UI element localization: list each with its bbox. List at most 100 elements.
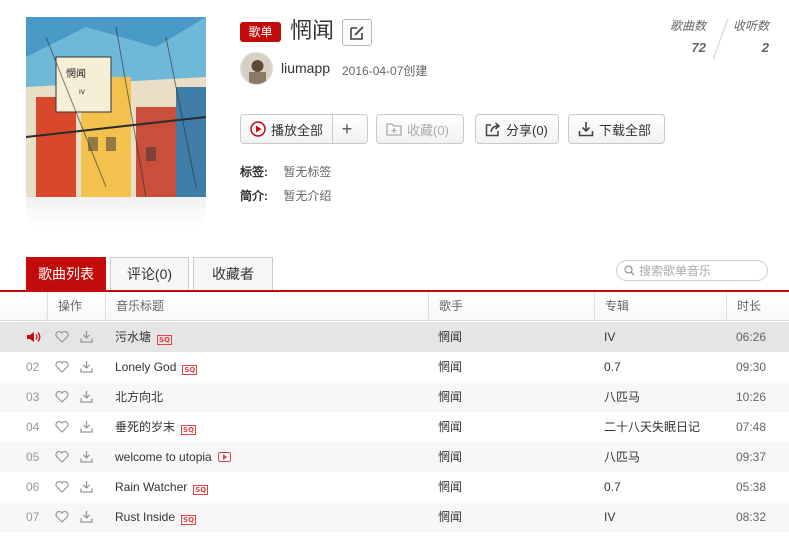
song-title[interactable]: 污水塘 xyxy=(115,330,151,344)
search-icon xyxy=(624,265,635,276)
table-row[interactable]: 污水塘 SQ 惘闻 IV 06:26 xyxy=(0,322,789,352)
song-title-cell: Rain Watcher SQ xyxy=(115,472,209,502)
col-title: 音乐标题 xyxy=(105,292,428,321)
play-circle-icon xyxy=(250,121,266,137)
edit-icon xyxy=(350,25,364,40)
author-name[interactable]: liumapp xyxy=(281,60,330,76)
song-duration: 05:38 xyxy=(736,480,767,494)
download-all-label: 下载全部 xyxy=(599,122,652,138)
tab-subscribers[interactable]: 收藏者 xyxy=(193,257,273,290)
table-row[interactable]: 06 Rain Watcher SQ 惘闻 0.7 05:38 xyxy=(0,472,789,502)
song-title[interactable]: 北方向北 xyxy=(115,390,163,404)
download-icon[interactable] xyxy=(80,510,93,523)
songs-count: 72 xyxy=(691,40,706,55)
song-album[interactable]: 0.7 xyxy=(604,472,621,502)
share-button[interactable]: 分享(0) xyxy=(475,114,559,144)
mv-icon[interactable] xyxy=(217,452,231,462)
cover-title: 惘闻 xyxy=(66,67,86,80)
plays-count-label: 收听数 xyxy=(732,19,769,33)
like-heart-icon[interactable] xyxy=(55,510,69,523)
song-title[interactable]: Rain Watcher xyxy=(115,480,187,494)
search-box[interactable] xyxy=(616,260,768,281)
play-all-button[interactable] xyxy=(250,121,266,137)
song-title[interactable]: Rust Inside xyxy=(115,510,175,524)
track-index: 06 xyxy=(26,480,40,494)
song-album[interactable]: IV xyxy=(604,322,615,352)
like-heart-icon[interactable] xyxy=(55,330,69,343)
song-album[interactable]: 八匹马 xyxy=(604,442,640,472)
intro-row: 简介: 暂无介绍 xyxy=(240,187,331,204)
song-album[interactable]: 八匹马 xyxy=(604,382,640,412)
song-title-cell: 垂死的岁末 SQ xyxy=(115,412,197,442)
intro-label: 简介: xyxy=(240,189,268,203)
track-index: 07 xyxy=(26,510,40,524)
download-all-button[interactable]: 下载全部 xyxy=(568,114,665,144)
tab-song-list[interactable]: 歌曲列表 xyxy=(26,257,106,290)
sq-badge-icon: SQ xyxy=(157,335,173,345)
cover-reflection xyxy=(26,197,206,227)
song-artist[interactable]: 惘闻 xyxy=(438,502,462,532)
table-row[interactable]: 05 welcome to utopia 惘闻 八匹马 09:37 xyxy=(0,442,789,472)
song-title-cell: 北方向北 xyxy=(115,382,163,412)
song-artist[interactable]: 惘闻 xyxy=(438,352,462,382)
play-all-label[interactable]: 播放全部 xyxy=(271,120,323,139)
download-icon[interactable] xyxy=(80,390,93,403)
song-title-cell: welcome to utopia xyxy=(115,442,231,472)
download-icon xyxy=(578,121,594,137)
like-heart-icon[interactable] xyxy=(55,450,69,463)
table-row[interactable]: 07 Rust Inside SQ 惘闻 IV 08:32 xyxy=(0,502,789,532)
avatar[interactable] xyxy=(240,52,273,85)
song-duration: 09:30 xyxy=(736,360,767,374)
tab-comments[interactable]: 评论(0) xyxy=(110,257,189,290)
song-album[interactable]: 0.7 xyxy=(604,352,621,382)
download-icon[interactable] xyxy=(80,480,93,493)
table-row[interactable]: 04 垂死的岁末 SQ 惘闻 二十八天失眠日记 07:48 xyxy=(0,412,789,442)
song-artist[interactable]: 惘闻 xyxy=(438,412,462,442)
song-artist[interactable]: 惘闻 xyxy=(438,472,462,502)
playlist-title: 惘闻 xyxy=(290,18,335,43)
folder-add-icon xyxy=(386,122,402,136)
like-heart-icon[interactable] xyxy=(55,480,69,493)
track-index: 04 xyxy=(26,420,40,434)
tags-value: 暂无标签 xyxy=(283,165,332,179)
playlist-cover: 惘闻 IV xyxy=(26,17,206,197)
search-input[interactable] xyxy=(639,263,759,278)
tab-bar: 歌曲列表 评论(0) 收藏者 xyxy=(26,257,277,290)
download-icon[interactable] xyxy=(80,330,93,343)
share-label: 分享(0) xyxy=(506,122,548,138)
add-to-queue-button[interactable]: + xyxy=(333,119,361,140)
song-artist[interactable]: 惘闻 xyxy=(438,322,462,352)
download-icon[interactable] xyxy=(80,450,93,463)
song-title[interactable]: welcome to utopia xyxy=(115,450,212,464)
download-icon[interactable] xyxy=(80,360,93,373)
favorite-button[interactable]: 收藏(0) xyxy=(376,114,464,144)
song-album[interactable]: IV xyxy=(604,502,615,532)
like-heart-icon[interactable] xyxy=(55,390,69,403)
song-album[interactable]: 二十八天失眠日记 xyxy=(604,412,700,442)
sq-badge-icon: SQ xyxy=(181,425,197,435)
edit-button[interactable] xyxy=(342,19,372,46)
share-icon xyxy=(485,121,501,137)
table-header: 操作 音乐标题 歌手 专辑 时长 xyxy=(0,292,789,321)
col-duration: 时长 xyxy=(726,292,789,321)
song-artist[interactable]: 惘闻 xyxy=(438,442,462,472)
download-icon[interactable] xyxy=(80,420,93,433)
song-title-cell: Rust Inside SQ xyxy=(115,502,197,532)
plays-count: 2 xyxy=(761,40,769,55)
song-title-cell: 污水塘 SQ xyxy=(115,322,173,352)
track-index: 05 xyxy=(26,450,40,464)
song-artist[interactable]: 惘闻 xyxy=(438,382,462,412)
like-heart-icon[interactable] xyxy=(55,420,69,433)
created-date: 2016-04-07创建 xyxy=(342,64,428,78)
tags-row: 标签: 暂无标签 xyxy=(240,163,331,180)
song-duration: 10:26 xyxy=(736,390,767,404)
sq-badge-icon: SQ xyxy=(193,485,209,495)
song-title-cell: Lonely God SQ xyxy=(115,352,198,382)
play-all-group: 播放全部 + xyxy=(240,114,368,144)
song-duration: 08:32 xyxy=(736,510,767,524)
song-title[interactable]: Lonely God xyxy=(115,360,176,374)
like-heart-icon[interactable] xyxy=(55,360,69,373)
song-title[interactable]: 垂死的岁末 xyxy=(115,420,175,434)
table-row[interactable]: 03 北方向北 惘闻 八匹马 10:26 xyxy=(0,382,789,412)
table-row[interactable]: 02 Lonely God SQ 惘闻 0.7 09:30 xyxy=(0,352,789,382)
